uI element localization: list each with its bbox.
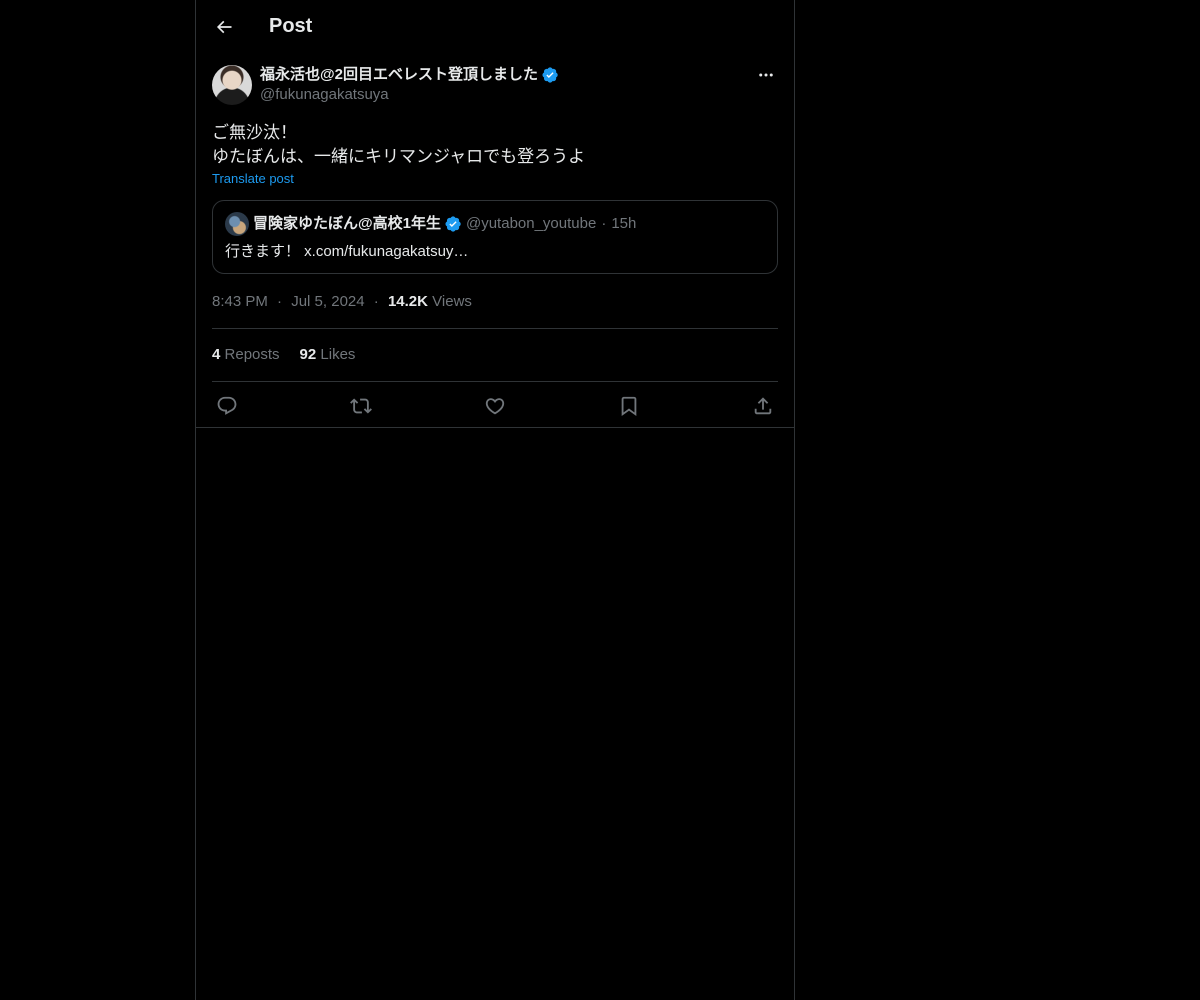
quoted-author-handle[interactable]: @yutabon_youtube xyxy=(466,214,596,234)
reply-button[interactable] xyxy=(216,395,238,417)
author-name[interactable]: 福永活也@2回目エベレスト登頂しました xyxy=(260,65,538,85)
post-text: ご無沙汰！ ゆたぼんは、一緒にキリマンジャロでも登ろうよ xyxy=(212,121,778,169)
verified-badge-icon xyxy=(445,216,461,232)
quoted-author-name[interactable]: 冒険家ゆたぼん@高校1年生 xyxy=(253,214,441,234)
separator-dot: · xyxy=(277,293,283,310)
post-time[interactable]: 8:43 PM xyxy=(212,293,268,310)
reply-icon xyxy=(217,396,237,415)
avatar[interactable] xyxy=(212,65,252,105)
heart-icon xyxy=(485,397,505,414)
separator-dot: · xyxy=(601,215,607,232)
post-date[interactable]: Jul 5, 2024 xyxy=(291,293,364,310)
more-options-button[interactable] xyxy=(756,65,776,85)
page-title: Post xyxy=(269,15,313,37)
post-text-line: ご無沙汰！ xyxy=(212,123,297,142)
repost-button[interactable] xyxy=(350,395,372,417)
post: 福永活也@2回目エベレスト登頂しました @fukunagakatsuya ご無沙… xyxy=(196,65,794,429)
divider xyxy=(196,427,794,428)
reposts-stat[interactable]: 4 Reposts xyxy=(212,345,280,365)
post-stats: 4 Reposts 92 Likes xyxy=(212,329,778,382)
bookmark-button[interactable] xyxy=(618,395,640,417)
quoted-avatar[interactable] xyxy=(225,212,249,236)
back-button[interactable] xyxy=(213,16,235,38)
arrow-left-icon xyxy=(216,20,232,33)
author-info: 福永活也@2回目エベレスト登頂しました @fukunagakatsuya xyxy=(260,65,559,105)
post-text-line: ゆたぼんは、一緒にキリマンジャロでも登ろうよ xyxy=(212,147,586,166)
repost-icon xyxy=(350,398,372,413)
likes-count: 92 xyxy=(299,346,317,363)
quoted-post-header: 冒険家ゆたぼん@高校1年生 @yutabon_youtube · 15h xyxy=(225,212,765,236)
likes-stat[interactable]: 92 Likes xyxy=(300,345,356,365)
share-button[interactable] xyxy=(752,395,774,417)
author-name-line: 福永活也@2回目エベレスト登頂しました xyxy=(260,65,559,85)
main-column: Post 福永活也@2回目エベレスト登頂しました @fukunagakatsuy… xyxy=(195,0,795,1000)
reposts-count: 4 xyxy=(212,346,221,363)
quoted-post[interactable]: 冒険家ゆたぼん@高校1年生 @yutabon_youtube · 15h 行きま… xyxy=(212,200,778,274)
action-bar xyxy=(212,382,778,429)
more-horizontal-icon xyxy=(759,73,773,77)
verified-badge-icon xyxy=(542,67,558,83)
views-count: 14.2K xyxy=(387,293,428,310)
quoted-timestamp[interactable]: 15h xyxy=(611,214,636,234)
reposts-label: Reposts xyxy=(224,346,280,363)
share-icon xyxy=(754,396,772,414)
likes-label: Likes xyxy=(320,346,356,363)
views-label: Views xyxy=(432,293,472,310)
translate-post-link[interactable]: Translate post xyxy=(212,171,294,186)
quoted-post-text: 行きます！ x.com/fukunagakatsuy… xyxy=(225,243,469,260)
separator-dot: · xyxy=(373,293,379,310)
header: Post xyxy=(196,0,794,53)
author-row: 福永活也@2回目エベレスト登頂しました @fukunagakatsuya xyxy=(212,65,778,105)
bookmark-icon xyxy=(621,396,637,416)
like-button[interactable] xyxy=(484,395,506,417)
author-handle[interactable]: @fukunagakatsuya xyxy=(260,85,559,105)
post-meta: 8:43 PM · Jul 5, 2024 · 14.2K Views xyxy=(212,292,778,329)
